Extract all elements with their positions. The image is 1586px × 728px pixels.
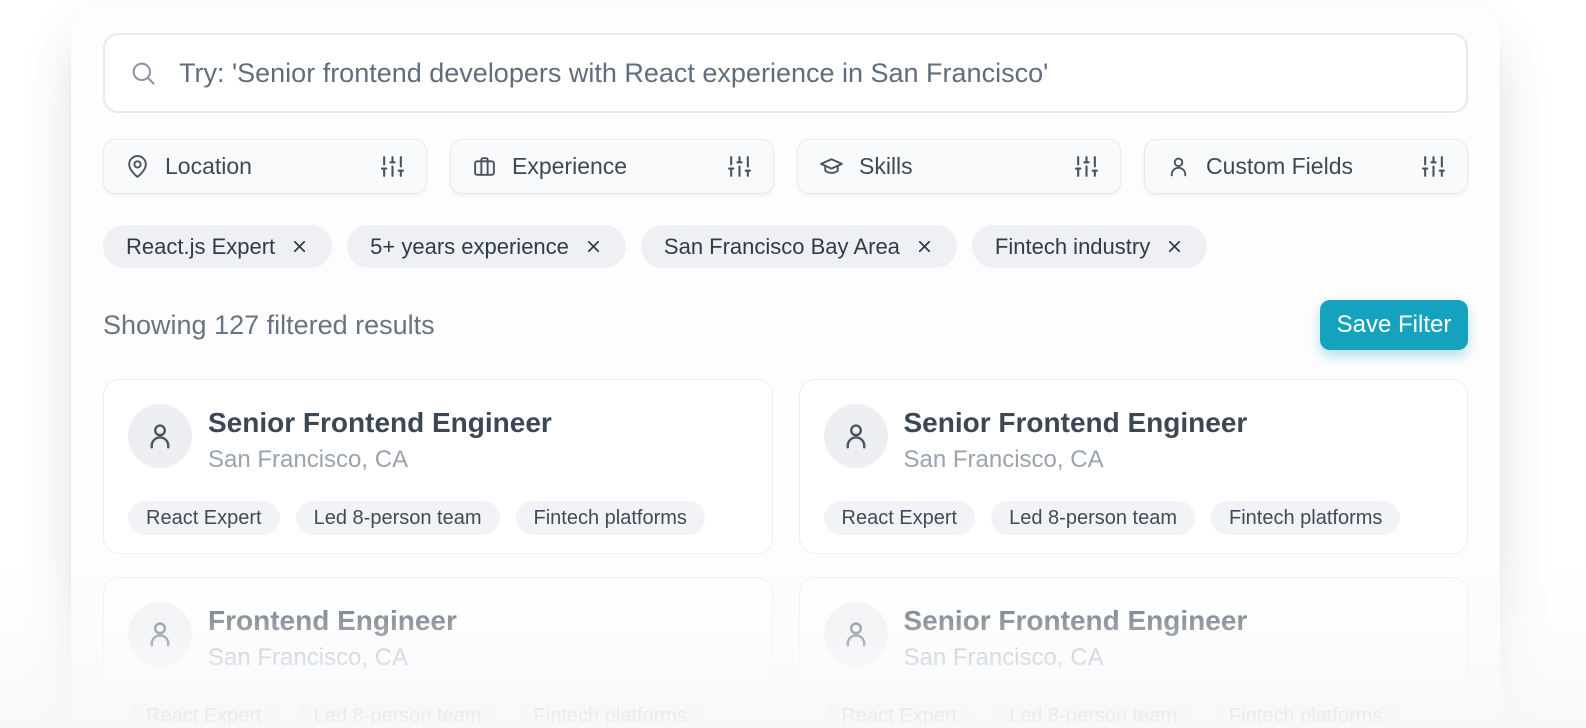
candidate-location: San Francisco, CA (903, 644, 1104, 672)
results-header: Showing 127 filtered results Save Filter (103, 300, 1468, 350)
map-pin-icon (125, 154, 150, 179)
filter-label: Skills (859, 153, 913, 179)
candidate-tag: React Expert (128, 501, 280, 536)
filter-button-custom-fields[interactable]: Custom Fields (1144, 139, 1468, 194)
candidate-title: Senior Frontend Engineer (208, 407, 552, 438)
sliders-icon (1074, 154, 1099, 179)
user-icon (1166, 154, 1191, 179)
results-grid: Senior Frontend Engineer San Francisco, … (103, 379, 1468, 728)
candidate-tags: React Expert Led 8-person team Fintech p… (823, 501, 1444, 536)
candidate-title: Frontend Engineer (208, 605, 457, 636)
candidate-card[interactable]: Senior Frontend Engineer San Francisco, … (798, 379, 1468, 554)
active-filter-chips: React.js Expert 5+ years experience San … (103, 225, 1468, 268)
card-text: Senior Frontend Engineer San Francisco, … (904, 602, 1248, 672)
candidate-tag: Led 8-person team (991, 501, 1195, 536)
close-icon[interactable] (1165, 237, 1184, 256)
candidate-tags: React Expert Led 8-person team Fintech p… (128, 699, 748, 728)
close-icon[interactable] (915, 237, 934, 256)
results-summary: Showing 127 filtered results (103, 309, 435, 340)
person-icon (846, 622, 865, 647)
chip-label: San Francisco Bay Area (663, 233, 900, 259)
card-header: Frontend Engineer San Francisco, CA (128, 602, 748, 672)
sliders-icon (380, 154, 405, 179)
briefcase-icon (472, 154, 497, 179)
filter-button-location[interactable]: Location (103, 139, 427, 194)
filter-chip: React.js Expert (103, 225, 333, 268)
candidate-card[interactable]: Senior Frontend Engineer San Francisco, … (798, 577, 1468, 728)
filter-label: Experience (512, 153, 628, 179)
search-panel: Location (71, 4, 1500, 728)
card-text: Frontend Engineer San Francisco, CA (208, 602, 457, 672)
panel-content: Location (71, 4, 1500, 728)
candidate-title: Senior Frontend Engineer (903, 605, 1248, 636)
card-text: Senior Frontend Engineer San Francisco, … (208, 404, 552, 474)
card-header: Senior Frontend Engineer San Francisco, … (128, 404, 748, 474)
avatar (823, 404, 888, 468)
candidate-tag: React Expert (823, 699, 976, 728)
candidate-title: Senior Frontend Engineer (903, 407, 1248, 438)
candidate-tag: Led 8-person team (991, 699, 1195, 728)
person-icon (846, 424, 865, 449)
sliders-icon (727, 154, 752, 179)
avatar (128, 602, 192, 666)
candidate-tag: Fintech platforms (515, 699, 705, 728)
avatar (128, 404, 192, 468)
candidate-tag: Fintech platforms (515, 501, 705, 536)
filter-label: Custom Fields (1206, 153, 1353, 179)
candidate-location: San Francisco, CA (903, 446, 1104, 474)
filter-button-skills[interactable]: Skills (797, 139, 1121, 194)
candidate-tags: React Expert Led 8-person team Fintech p… (823, 699, 1444, 728)
search-bar (103, 33, 1468, 113)
candidate-card[interactable]: Frontend Engineer San Francisco, CA Reac… (103, 577, 773, 728)
candidate-tag: Led 8-person team (295, 699, 500, 728)
card-header: Senior Frontend Engineer San Francisco, … (823, 404, 1444, 474)
sliders-icon (1421, 154, 1446, 179)
filter-button-row: Location Experience Skills Custom Fields (103, 139, 1468, 194)
chip-label: Fintech industry (994, 233, 1151, 259)
search-icon (132, 62, 155, 85)
card-header: Senior Frontend Engineer San Francisco, … (823, 602, 1444, 672)
candidate-location: San Francisco, CA (208, 644, 409, 672)
candidate-tag: Fintech platforms (1211, 699, 1401, 728)
close-icon[interactable] (584, 237, 603, 256)
person-icon (150, 622, 170, 647)
filter-label: Location (165, 153, 252, 179)
avatar (823, 602, 888, 666)
candidate-card[interactable]: Senior Frontend Engineer San Francisco, … (103, 379, 773, 554)
candidate-tag: Led 8-person team (295, 501, 500, 536)
candidate-location: San Francisco, CA (208, 446, 409, 474)
graduation-cap-icon (819, 154, 844, 179)
save-filter-button[interactable]: Save Filter (1320, 300, 1468, 350)
person-icon (150, 424, 170, 449)
candidate-tag: React Expert (823, 501, 976, 536)
candidate-tags: React Expert Led 8-person team Fintech p… (128, 501, 748, 536)
chip-label: React.js Expert (126, 233, 276, 259)
filter-chip: San Francisco Bay Area (640, 225, 957, 268)
close-icon[interactable] (290, 237, 309, 256)
filter-chip: 5+ years experience (347, 225, 626, 268)
filter-chip: Fintech industry (971, 225, 1208, 268)
filter-button-experience[interactable]: Experience (450, 139, 774, 194)
search-input[interactable] (177, 56, 1442, 90)
candidate-tag: React Expert (128, 699, 280, 728)
candidate-tag: Fintech platforms (1211, 501, 1401, 536)
chip-label: 5+ years experience (370, 233, 569, 259)
candidate-search-screen: Location (0, 0, 1586, 728)
card-text: Senior Frontend Engineer San Francisco, … (904, 404, 1248, 474)
